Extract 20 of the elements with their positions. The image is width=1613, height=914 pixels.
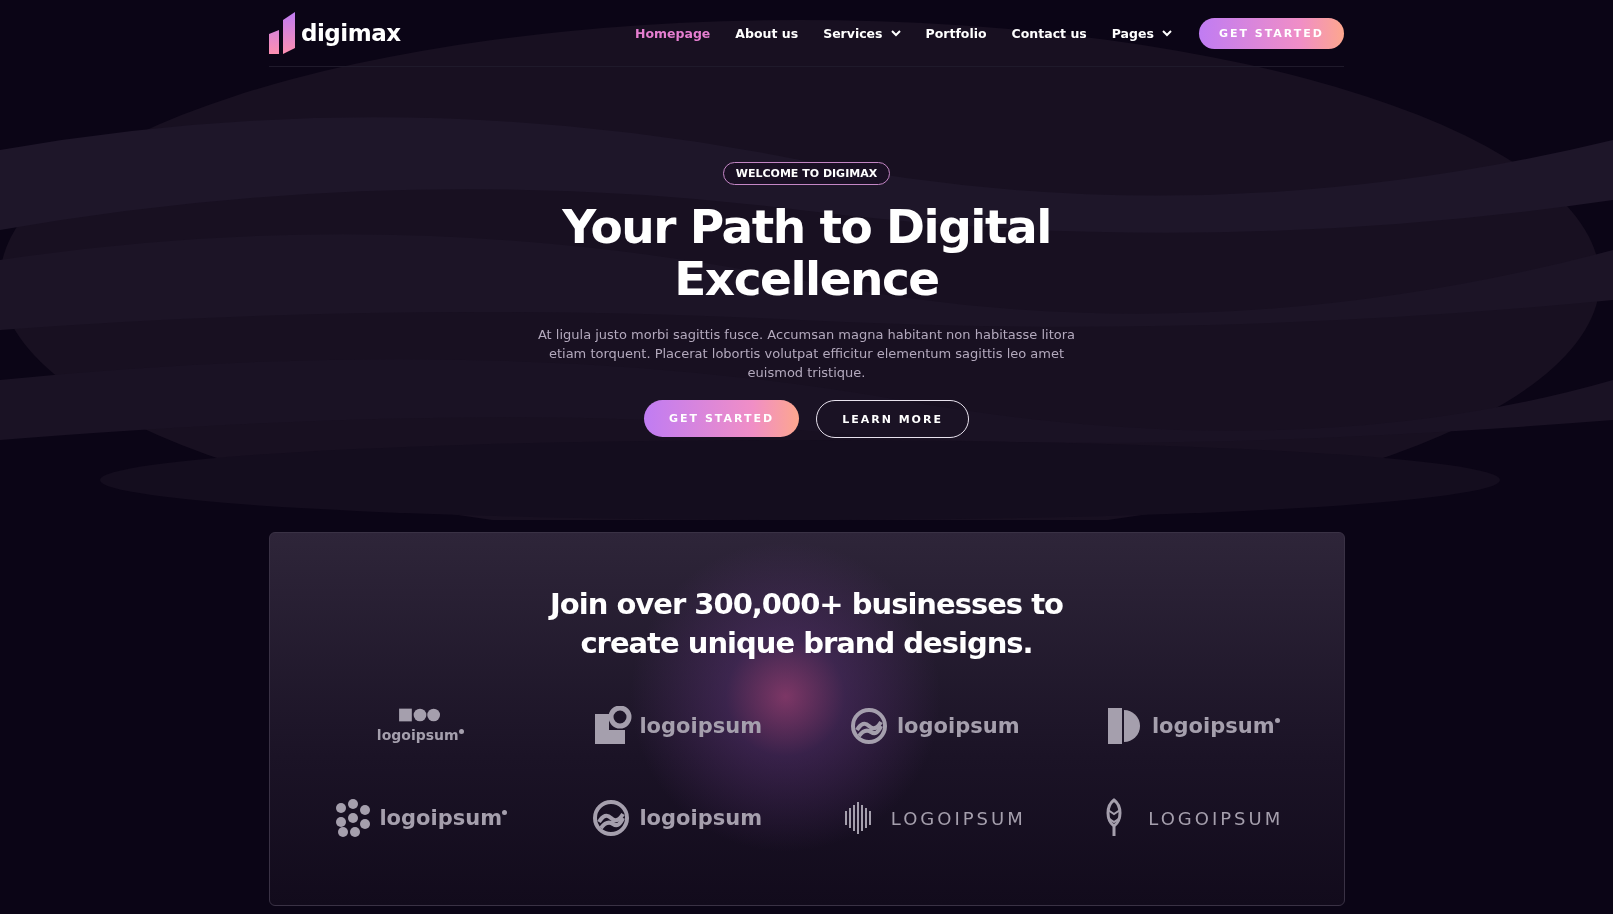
hero-text: At ligula justo morbi sagittis fusce. Accumsan magna habitant non habitasse litora etiam torquent. Placerat lobortis volutpat efficitur elementum sagittis leo amet euismod tristique. bbox=[536, 326, 1077, 382]
hero-title: Your Path to Digital Excellence bbox=[561, 201, 1052, 305]
client-logo: logoipsum bbox=[593, 705, 763, 747]
clients-heading: Join over 300,000+ businesses to create unique brand designs. bbox=[547, 586, 1064, 662]
logo-icon bbox=[269, 12, 297, 54]
client-logo: logoipsum bbox=[593, 797, 763, 839]
nav-link[interactable]: Homepage bbox=[634, 25, 711, 41]
nav-link[interactable]: Portfolio bbox=[925, 25, 987, 41]
nav-link[interactable]: Contact us bbox=[1011, 25, 1087, 41]
client-logo: logoipsum bbox=[376, 705, 464, 747]
nav-link[interactable]: Services bbox=[823, 25, 901, 41]
client-logo: logoipsum bbox=[1105, 705, 1280, 747]
brand-name[interactable]: digimax bbox=[301, 20, 401, 46]
client-logo: LOGOIPSUM bbox=[844, 797, 1026, 839]
client-logo: logoipsum bbox=[333, 797, 508, 839]
client-logo: LOGOIPSUM bbox=[1102, 797, 1284, 839]
nav-link[interactable]: About us bbox=[735, 25, 799, 41]
client-logo: logoipsum bbox=[850, 705, 1020, 747]
nav-link[interactable]: Pages bbox=[1111, 25, 1172, 41]
badge: WELCOME TO DIGIMAX bbox=[722, 162, 891, 185]
